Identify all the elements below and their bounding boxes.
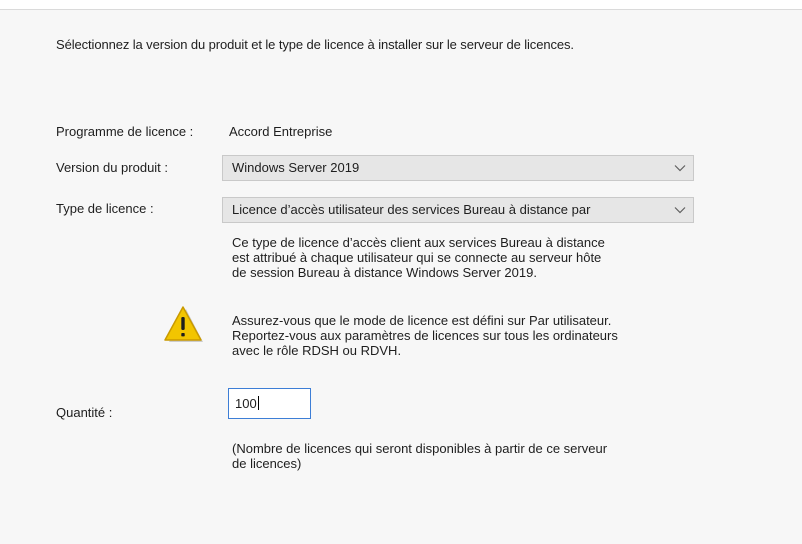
product-version-label: Version du produit : — [56, 160, 169, 175]
warning-line: avec le rôle RDSH ou RDVH. — [232, 343, 402, 358]
intro-text: Sélectionnez la version du produit et le… — [56, 37, 574, 52]
warning-line: Reportez-vous aux paramètres de licences… — [232, 328, 618, 343]
license-type-selected: Licence d’accès utilisateur des services… — [232, 202, 591, 217]
text-caret — [257, 396, 259, 410]
license-program-value: Accord Entreprise — [229, 124, 333, 139]
description-line: de session Bureau à distance Windows Ser… — [232, 265, 537, 280]
quantity-label: Quantité : — [56, 405, 113, 420]
product-version-selected: Windows Server 2019 — [232, 160, 360, 175]
quantity-hint: (Nombre de licences qui seront disponibl… — [232, 441, 702, 471]
license-type-select[interactable]: Licence d’accès utilisateur des services… — [222, 197, 694, 223]
quantity-hint-line: de licences) — [232, 456, 302, 471]
chevron-down-icon — [674, 207, 686, 214]
quantity-input[interactable]: 100 — [228, 388, 311, 419]
warning-icon — [164, 306, 203, 342]
license-type-description: Ce type de licence d’accès client aux se… — [232, 235, 702, 280]
description-line: Ce type de licence d’accès client aux se… — [232, 235, 605, 250]
description-line: est attribué à chaque utilisateur qui se… — [232, 250, 602, 265]
license-program-label: Programme de licence : — [56, 124, 194, 139]
quantity-value: 100 — [235, 396, 257, 411]
license-type-label: Type de licence : — [56, 201, 154, 216]
product-version-select[interactable]: Windows Server 2019 — [222, 155, 694, 181]
quantity-hint-line: (Nombre de licences qui seront disponibl… — [232, 441, 608, 456]
warning-text: Assurez-vous que le mode de licence est … — [232, 313, 702, 358]
warning-line: Assurez-vous que le mode de licence est … — [232, 313, 612, 328]
chevron-down-icon — [674, 165, 686, 172]
dialog-top-edge — [0, 0, 802, 10]
